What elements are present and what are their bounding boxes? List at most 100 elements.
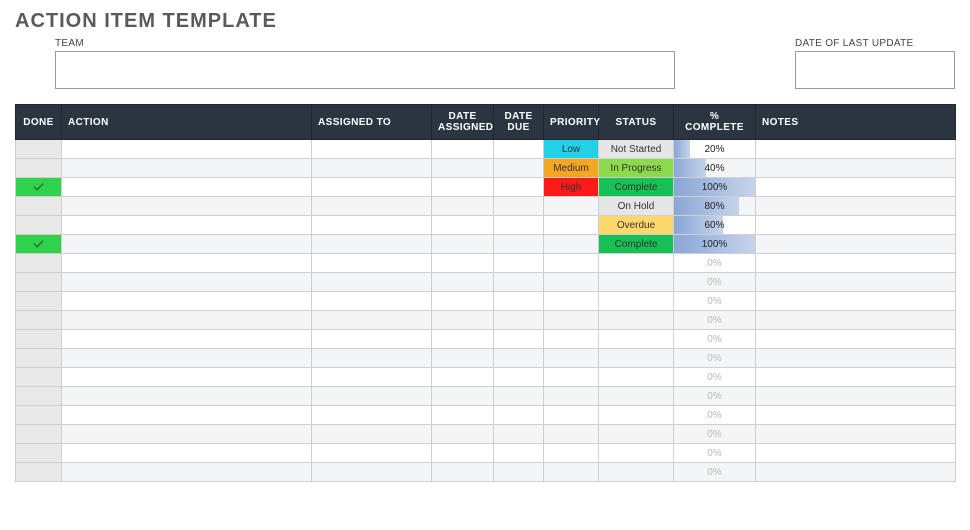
status-cell[interactable] [599,444,674,463]
pct-complete-cell[interactable]: 40% [674,159,756,178]
done-cell[interactable] [16,140,62,159]
assigned-to-cell[interactable] [312,311,432,330]
notes-cell[interactable] [756,197,956,216]
done-cell[interactable] [16,330,62,349]
pct-complete-cell[interactable]: 0% [674,349,756,368]
status-cell[interactable]: Complete [599,178,674,197]
date-due-cell[interactable] [494,311,544,330]
pct-complete-cell[interactable]: 20% [674,140,756,159]
notes-cell[interactable] [756,273,956,292]
status-cell[interactable] [599,292,674,311]
status-cell[interactable] [599,273,674,292]
priority-cell[interactable]: Low [544,140,599,159]
priority-cell[interactable] [544,425,599,444]
date-assigned-cell[interactable] [432,178,494,197]
done-cell[interactable] [16,444,62,463]
status-cell[interactable]: Overdue [599,216,674,235]
notes-cell[interactable] [756,216,956,235]
status-cell[interactable] [599,330,674,349]
done-cell[interactable] [16,178,62,197]
notes-cell[interactable] [756,311,956,330]
priority-cell[interactable] [544,235,599,254]
date-due-cell[interactable] [494,349,544,368]
priority-cell[interactable] [544,368,599,387]
done-cell[interactable] [16,311,62,330]
assigned-to-cell[interactable] [312,140,432,159]
date-assigned-cell[interactable] [432,273,494,292]
assigned-to-cell[interactable] [312,425,432,444]
date-due-cell[interactable] [494,368,544,387]
date-assigned-cell[interactable] [432,368,494,387]
pct-complete-cell[interactable]: 0% [674,463,756,482]
date-of-last-update-input[interactable] [795,51,955,89]
date-assigned-cell[interactable] [432,197,494,216]
date-due-cell[interactable] [494,425,544,444]
status-cell[interactable]: In Progress [599,159,674,178]
date-due-cell[interactable] [494,463,544,482]
priority-cell[interactable] [544,273,599,292]
done-cell[interactable] [16,349,62,368]
date-assigned-cell[interactable] [432,387,494,406]
priority-cell[interactable] [544,444,599,463]
pct-complete-cell[interactable]: 0% [674,330,756,349]
team-input[interactable] [55,51,675,89]
date-due-cell[interactable] [494,235,544,254]
status-cell[interactable]: Complete [599,235,674,254]
pct-complete-cell[interactable]: 0% [674,444,756,463]
assigned-to-cell[interactable] [312,178,432,197]
notes-cell[interactable] [756,349,956,368]
assigned-to-cell[interactable] [312,159,432,178]
date-assigned-cell[interactable] [432,444,494,463]
done-cell[interactable] [16,216,62,235]
date-assigned-cell[interactable] [432,311,494,330]
notes-cell[interactable] [756,178,956,197]
notes-cell[interactable] [756,425,956,444]
notes-cell[interactable] [756,292,956,311]
priority-cell[interactable]: High [544,178,599,197]
status-cell[interactable] [599,368,674,387]
priority-cell[interactable] [544,216,599,235]
action-cell[interactable] [62,140,312,159]
notes-cell[interactable] [756,387,956,406]
action-cell[interactable] [62,197,312,216]
pct-complete-cell[interactable]: 100% [674,235,756,254]
priority-cell[interactable] [544,387,599,406]
pct-complete-cell[interactable]: 0% [674,387,756,406]
priority-cell[interactable] [544,311,599,330]
action-cell[interactable] [62,368,312,387]
date-assigned-cell[interactable] [432,330,494,349]
status-cell[interactable] [599,463,674,482]
action-cell[interactable] [62,235,312,254]
action-cell[interactable] [62,406,312,425]
assigned-to-cell[interactable] [312,235,432,254]
action-cell[interactable] [62,254,312,273]
pct-complete-cell[interactable]: 0% [674,292,756,311]
pct-complete-cell[interactable]: 60% [674,216,756,235]
date-due-cell[interactable] [494,197,544,216]
assigned-to-cell[interactable] [312,330,432,349]
done-cell[interactable] [16,463,62,482]
date-assigned-cell[interactable] [432,406,494,425]
notes-cell[interactable] [756,254,956,273]
action-cell[interactable] [62,216,312,235]
action-cell[interactable] [62,273,312,292]
assigned-to-cell[interactable] [312,368,432,387]
done-cell[interactable] [16,368,62,387]
date-due-cell[interactable] [494,444,544,463]
notes-cell[interactable] [756,330,956,349]
action-cell[interactable] [62,311,312,330]
pct-complete-cell[interactable]: 100% [674,178,756,197]
action-cell[interactable] [62,178,312,197]
date-assigned-cell[interactable] [432,463,494,482]
assigned-to-cell[interactable] [312,444,432,463]
date-assigned-cell[interactable] [432,216,494,235]
date-due-cell[interactable] [494,387,544,406]
date-due-cell[interactable] [494,254,544,273]
done-cell[interactable] [16,235,62,254]
notes-cell[interactable] [756,406,956,425]
notes-cell[interactable] [756,444,956,463]
status-cell[interactable] [599,311,674,330]
action-cell[interactable] [62,444,312,463]
priority-cell[interactable]: Medium [544,159,599,178]
priority-cell[interactable] [544,406,599,425]
